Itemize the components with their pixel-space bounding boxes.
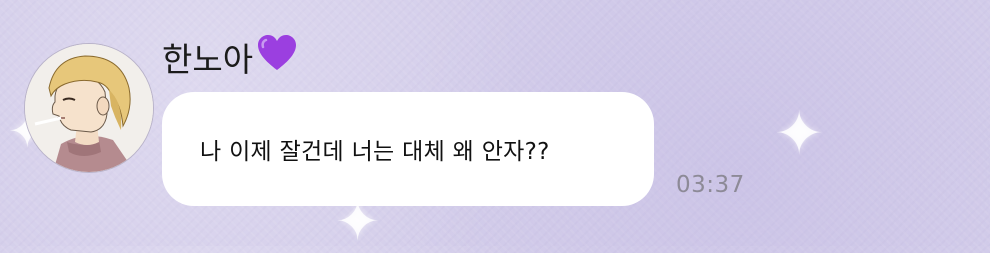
- message-timestamp: 03:37: [676, 172, 745, 198]
- message-text: 나 이제 잘건데 너는 대체 왜 안자??: [200, 139, 550, 165]
- avatar-portrait-image: [25, 44, 153, 172]
- sender-avatar[interactable]: [24, 43, 154, 173]
- purple-heart-icon: [257, 34, 297, 80]
- sender-name[interactable]: 한노아: [162, 33, 297, 81]
- message-bubble[interactable]: 나 이제 잘건데 너는 대체 왜 안자??: [162, 92, 654, 206]
- background-star-icon: ✦: [774, 99, 825, 169]
- sender-name-text: 한노아: [162, 40, 254, 79]
